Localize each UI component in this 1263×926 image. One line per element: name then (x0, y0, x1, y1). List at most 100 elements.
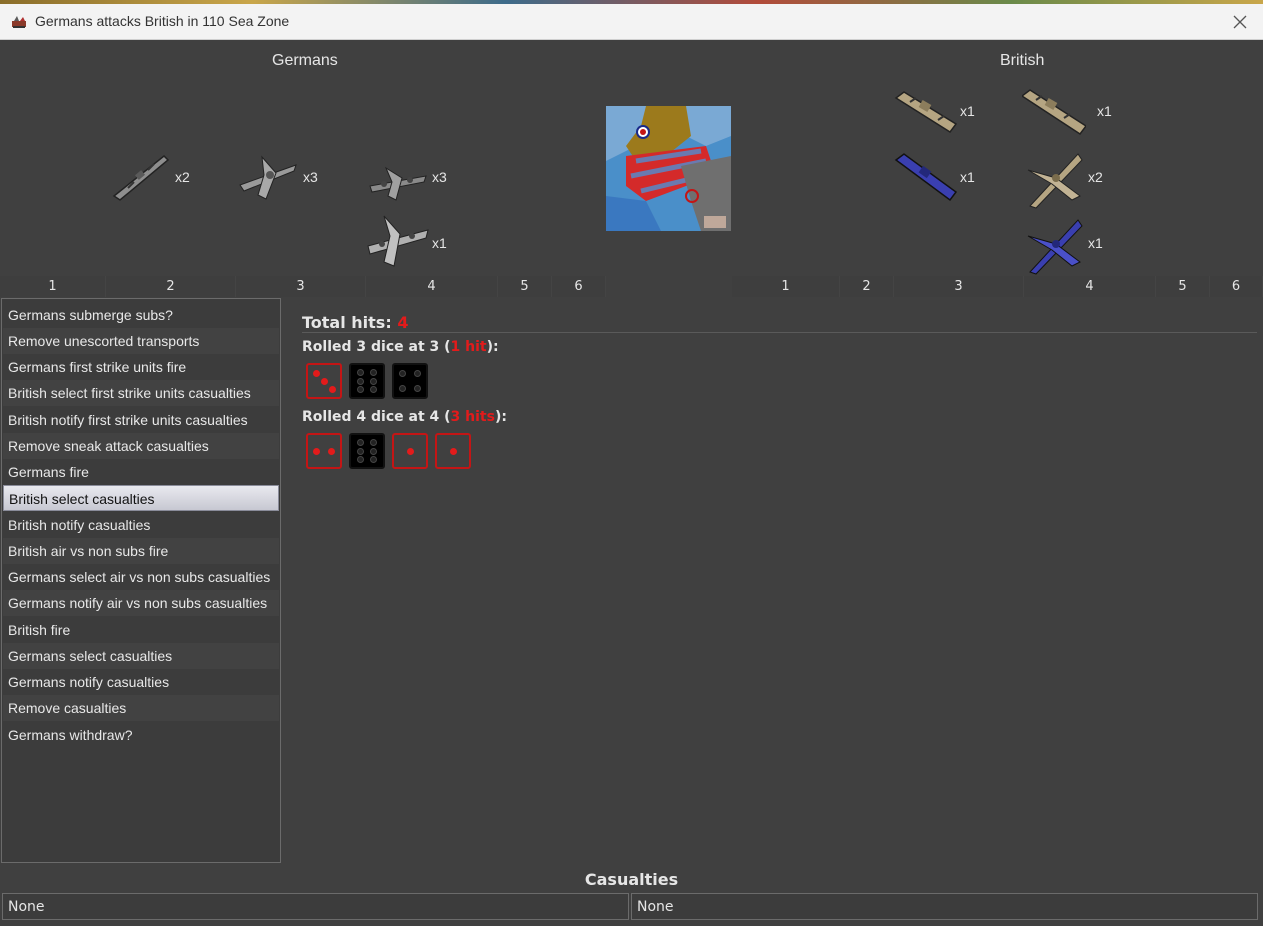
die-pip (449, 447, 457, 455)
step-item[interactable]: British fire (3, 617, 279, 643)
die-pip (369, 368, 377, 376)
axis-label: 3 (236, 276, 366, 297)
roll-summary: Rolled 3 dice at 3 (1 hit): (302, 339, 499, 355)
die-pip (313, 447, 321, 455)
die-face-1 (435, 433, 471, 469)
die-pip (312, 369, 320, 377)
step-item[interactable]: British air vs non subs fire (3, 538, 279, 564)
unit-count: x2 (175, 169, 190, 185)
axis-label: 4 (1024, 276, 1156, 297)
unit-count: x1 (960, 169, 975, 185)
bomber-icon (366, 208, 430, 272)
tactical-bomber-icon (366, 150, 430, 214)
die-face-6 (349, 433, 385, 469)
die-pip (327, 447, 335, 455)
step-item[interactable]: British select first strike units casual… (3, 380, 279, 406)
roll-suffix: ): (486, 339, 499, 355)
step-item[interactable]: Remove sneak attack casualties (3, 433, 279, 459)
axis-label: 4 (366, 276, 498, 297)
defender-name: British (1000, 52, 1045, 69)
die-pip (399, 370, 407, 378)
step-item[interactable]: British notify first strike units casual… (3, 407, 279, 433)
die-pip (369, 456, 377, 464)
unit-count: x3 (432, 169, 447, 185)
step-item[interactable]: Germans fire (3, 459, 279, 485)
die-face-4 (392, 363, 428, 399)
close-icon (1233, 15, 1247, 29)
die-face-1 (392, 433, 428, 469)
roll-suffix: ): (494, 409, 507, 425)
axis-label: 5 (498, 276, 552, 297)
battleship-icon (108, 144, 172, 208)
die-pip (399, 384, 407, 392)
unit-count: x1 (1088, 235, 1103, 251)
die-pip (413, 384, 421, 392)
window-title: Germans attacks British in 110 Sea Zone (35, 13, 290, 29)
step-item[interactable]: Remove unescorted transports (3, 328, 279, 354)
divider (302, 332, 1257, 333)
attacker-name: Germans (272, 52, 338, 69)
total-hits-label: Total hits: (302, 313, 392, 332)
die-pip (406, 447, 414, 455)
die-pip (369, 438, 377, 446)
casualties-title: Casualties (584, 870, 679, 889)
step-item[interactable]: Germans submerge subs? (3, 302, 279, 328)
attacker-dice-axis: 1 2 3 4 5 6 (0, 276, 606, 297)
die-pip (369, 447, 377, 455)
die-pip (357, 368, 365, 376)
axis-label: 3 (894, 276, 1024, 297)
destroyer-icon (894, 146, 958, 210)
total-hits-value: 4 (397, 313, 409, 332)
roll-hits: 1 hit (450, 339, 487, 355)
battle-steps-list[interactable]: Germans submerge subs? Remove unescorted… (1, 298, 281, 863)
step-item[interactable]: Germans withdraw? (3, 722, 279, 748)
die-face-2 (306, 433, 342, 469)
unit-count: x3 (303, 169, 318, 185)
fighter-icon (236, 145, 300, 209)
die-pip (369, 386, 377, 394)
close-button[interactable] (1217, 4, 1263, 40)
axis-label: 5 (1156, 276, 1210, 297)
step-item[interactable]: Remove casualties (3, 695, 279, 721)
roll-prefix: Rolled 3 dice at 3 ( (302, 339, 451, 355)
die-pip (357, 438, 365, 446)
step-item[interactable]: Germans select air vs non subs casualtie… (3, 564, 279, 590)
roll-hits: 3 hits (450, 409, 495, 425)
die-pip (357, 456, 365, 464)
total-hits: Total hits: 4 (302, 313, 408, 332)
axis-label: 2 (840, 276, 894, 297)
unit-count: x2 (1088, 169, 1103, 185)
step-item-selected[interactable]: British select casualties (3, 485, 279, 511)
die-pip (357, 377, 365, 385)
step-item[interactable]: Germans notify casualties (3, 669, 279, 695)
axis-label: 6 (1210, 276, 1263, 297)
dice-results-panel: Total hits: 4 Rolled 3 dice at 3 (1 hit)… (282, 298, 1263, 863)
axis-label: 2 (106, 276, 236, 297)
axis-label: 6 (552, 276, 606, 297)
die-pip (369, 377, 377, 385)
die-pip (357, 447, 365, 455)
unit-count: x1 (960, 103, 975, 119)
defender-casualties: None (631, 893, 1258, 920)
territory-map (606, 106, 731, 231)
fighter-icon (1022, 212, 1086, 276)
step-item[interactable]: Germans first strike units fire (3, 354, 279, 380)
die-face-3 (306, 363, 342, 399)
unit-count: x1 (432, 235, 447, 251)
step-item[interactable]: Germans notify air vs non subs casualtie… (3, 590, 279, 616)
defender-dice-axis: 1 2 3 4 5 6 (732, 276, 1263, 297)
step-item[interactable]: Germans select casualties (3, 643, 279, 669)
attacker-casualties: None (2, 893, 629, 920)
die-face-6 (349, 363, 385, 399)
roll-prefix: Rolled 4 dice at 4 ( (302, 409, 451, 425)
step-item[interactable]: British notify casualties (3, 512, 279, 538)
die-pip (357, 386, 365, 394)
axis-label: 1 (732, 276, 840, 297)
title-bar: Germans attacks British in 110 Sea Zone (0, 4, 1263, 40)
unit-count: x1 (1097, 103, 1112, 119)
die-pip (320, 377, 328, 385)
axis-label: 1 (0, 276, 106, 297)
triplea-icon (11, 14, 27, 28)
fighter-icon (1022, 146, 1086, 210)
cruiser-icon (1020, 80, 1088, 144)
